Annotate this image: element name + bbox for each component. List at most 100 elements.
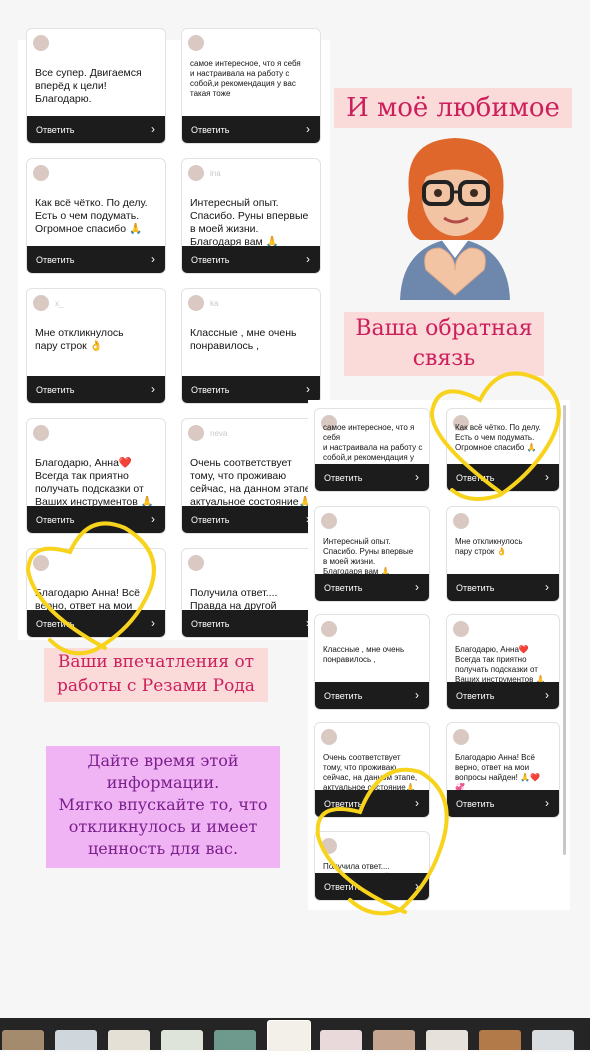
- chevron-right-icon: ›: [415, 796, 419, 810]
- chevron-right-icon: ›: [545, 796, 549, 810]
- chevron-right-icon: ›: [545, 580, 549, 594]
- reply-button[interactable]: Ответить›: [315, 873, 429, 900]
- feedback-text: самое интересное, что я себя и настраива…: [190, 59, 301, 98]
- story-thumbnail[interactable]: [479, 1030, 521, 1050]
- scrollbar[interactable]: [563, 405, 566, 855]
- reply-button[interactable]: Ответить›: [315, 682, 429, 709]
- reply-label: Ответить: [191, 255, 230, 265]
- user-avatar[interactable]: [33, 425, 49, 441]
- reply-button[interactable]: Ответить›: [447, 574, 559, 601]
- user-avatar[interactable]: [33, 555, 49, 571]
- reply-button[interactable]: Ответить›: [27, 610, 165, 637]
- feedback-text: Мне откликнулось пару строк 👌: [35, 327, 124, 352]
- user-avatar[interactable]: [453, 621, 469, 637]
- feedback-card: ina Интересный опыт. Спасибо. Руны впервы…: [181, 158, 321, 274]
- feedback-card: neva Очень соответствует тому, что прожив…: [181, 418, 321, 534]
- story-thumbnail[interactable]: [267, 1020, 311, 1052]
- feedback-text: Очень соответствует тому, что проживаю с…: [323, 753, 418, 792]
- card-header: neva: [188, 425, 314, 443]
- user-avatar[interactable]: [188, 35, 204, 51]
- feedback-card: x_ Мне откликнулось пару строк 👌 Ответить ›: [26, 288, 166, 404]
- reply-button[interactable]: Ответить ›: [27, 246, 165, 273]
- note-favorite: И моё любимое: [334, 88, 572, 128]
- reply-button[interactable]: Ответить›: [447, 464, 559, 491]
- card-header: [321, 621, 423, 639]
- reply-button[interactable]: Ответить›: [315, 464, 429, 491]
- story-thumbnail[interactable]: [2, 1030, 44, 1050]
- reply-button[interactable]: Ответить›: [27, 376, 165, 403]
- chevron-right-icon: ›: [151, 616, 155, 630]
- chevron-right-icon: ›: [306, 382, 310, 396]
- card-header: [33, 425, 159, 443]
- feedback-card: Интересный опыт. Спасибо. Руны впервые в…: [314, 506, 430, 602]
- card-header: [321, 729, 423, 747]
- story-thumbnail[interactable]: [161, 1030, 203, 1050]
- story-thumbnail[interactable]: [55, 1030, 97, 1050]
- user-name[interactable]: ka: [210, 299, 218, 308]
- reply-button[interactable]: Ответить›: [27, 506, 165, 533]
- user-avatar[interactable]: [33, 35, 49, 51]
- reply-button[interactable]: Ответить›: [182, 610, 320, 637]
- reply-label: Ответить: [36, 125, 75, 135]
- user-avatar[interactable]: [188, 425, 204, 441]
- reply-button[interactable]: Ответить›: [447, 682, 559, 709]
- chevron-right-icon: ›: [306, 122, 310, 136]
- card-header: [188, 555, 314, 573]
- feedback-card: Благодарю, Анна❤️ Всегда так приятно пол…: [446, 614, 560, 710]
- reply-label: Ответить: [36, 385, 75, 395]
- feedback-text: Благодарю, Анна❤️ Всегда так приятно пол…: [455, 645, 546, 684]
- user-name[interactable]: ina: [210, 169, 221, 178]
- chevron-right-icon: ›: [151, 252, 155, 266]
- feedback-card: Как всё чётко. По делу. Есть о чем подум…: [26, 158, 166, 274]
- reply-button[interactable]: Ответить ›: [315, 790, 429, 817]
- reply-button[interactable]: Ответить›: [182, 116, 320, 143]
- reply-button[interactable]: Ответить ›: [447, 790, 559, 817]
- chevron-right-icon: ›: [306, 252, 310, 266]
- user-avatar[interactable]: [188, 295, 204, 311]
- story-thumbnail[interactable]: [108, 1030, 150, 1050]
- story-thumbnail[interactable]: [373, 1030, 415, 1050]
- reply-button[interactable]: Ответить›: [182, 506, 320, 533]
- user-avatar[interactable]: [453, 513, 469, 529]
- feedback-text: Все супер. Двигаемся вперёд к цели! Благ…: [35, 67, 142, 105]
- story-thumbnail[interactable]: [214, 1030, 256, 1050]
- feedback-card: самое интересное, что я себя и настраива…: [314, 408, 430, 492]
- story-thumbnail[interactable]: [532, 1030, 574, 1050]
- chevron-right-icon: ›: [415, 688, 419, 702]
- user-avatar[interactable]: [33, 165, 49, 181]
- reply-button[interactable]: Ответить›: [315, 574, 429, 601]
- user-avatar[interactable]: [453, 729, 469, 745]
- note-advice: Дайте время этой информации. Мягко впуск…: [46, 746, 280, 868]
- user-avatar[interactable]: [33, 295, 49, 311]
- user-avatar[interactable]: [321, 838, 337, 854]
- reply-label: Ответить: [456, 799, 495, 809]
- user-avatar[interactable]: [321, 621, 337, 637]
- chevron-right-icon: ›: [151, 512, 155, 526]
- feedback-card: Классные , мне очень понравилось , Ответи…: [314, 614, 430, 710]
- note-impressions: Ваши впечатления от работы с Резами Рода: [44, 648, 268, 702]
- reply-label: Ответить: [324, 799, 363, 809]
- feedback-card: Благодарю, Анна❤️ Всегда так приятно пол…: [26, 418, 166, 534]
- chevron-right-icon: ›: [415, 580, 419, 594]
- note-feedback: Ваша обратная связь: [344, 312, 544, 376]
- user-avatar[interactable]: [188, 555, 204, 571]
- reply-label: Ответить: [36, 255, 75, 265]
- user-avatar[interactable]: [321, 729, 337, 745]
- reply-button[interactable]: Ответить›: [27, 116, 165, 143]
- story-thumbnail[interactable]: [320, 1030, 362, 1050]
- reply-button[interactable]: Ответить›: [182, 376, 320, 403]
- user-avatar[interactable]: [188, 165, 204, 181]
- card-header: [321, 838, 423, 856]
- user-avatar[interactable]: [321, 513, 337, 529]
- feedback-card: самое интересное, что я себя и настраива…: [181, 28, 321, 144]
- feedback-card: Все супер. Двигаемся вперёд к цели! Благ…: [26, 28, 166, 144]
- feedback-card: Мне откликнулось пару строк 👌 Ответить ›: [446, 506, 560, 602]
- story-thumbnail[interactable]: [426, 1030, 468, 1050]
- reply-button[interactable]: Ответить ›: [182, 246, 320, 273]
- story-thumbnail-strip: [0, 1018, 590, 1052]
- card-header: [321, 513, 423, 531]
- user-name[interactable]: neva: [210, 429, 227, 438]
- feedback-text: Очень соответствует тому, что проживаю с…: [190, 457, 314, 508]
- reply-label: Ответить: [191, 515, 230, 525]
- user-name[interactable]: x_: [55, 299, 63, 308]
